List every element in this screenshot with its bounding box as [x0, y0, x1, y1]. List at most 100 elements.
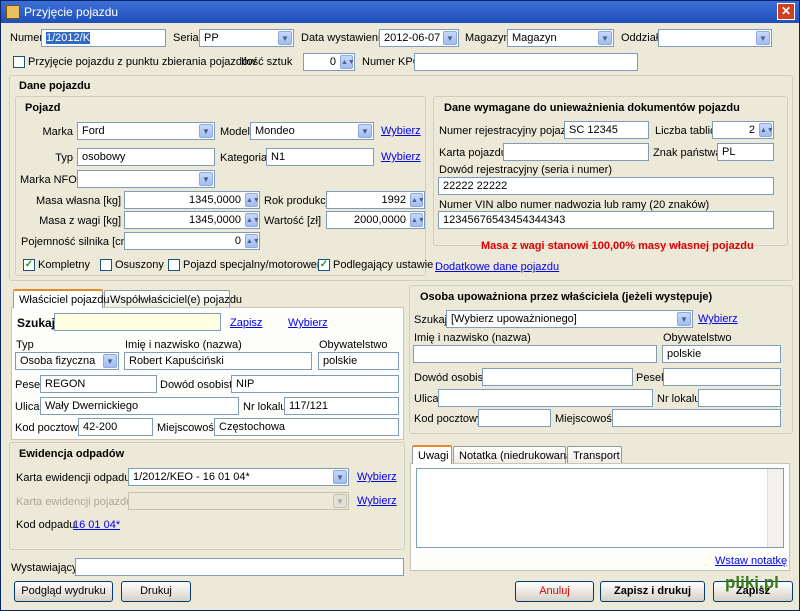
drukuj-button[interactable]: Drukuj [121, 581, 191, 602]
przyjecie-checkbox[interactable] [13, 56, 25, 68]
data-picker[interactable]: 2012-06-07 ▼ [379, 29, 459, 47]
szukaj-up-dropdown[interactable]: [Wybierz upoważnionego] ▼ [446, 310, 693, 328]
uwagi-textarea[interactable] [416, 468, 784, 548]
masa-wagi-stepper[interactable]: 1345,0000 ▲▼ [124, 211, 260, 229]
chevron-down-icon: ▼ [333, 494, 347, 508]
zapisz-drukuj-button[interactable]: Zapisz i drukuj [600, 581, 705, 602]
tab-wspolwlasciciel[interactable]: Współwłaściciel(e) pojazdu [104, 290, 242, 308]
wystawiajacy-input[interactable] [75, 558, 404, 576]
wybierz-karta-poj-link[interactable]: Wybierz [357, 495, 397, 507]
data-value: 2012-06-07 [384, 32, 441, 44]
nr-rej-input[interactable]: SC 12345 [564, 121, 649, 139]
dowod-rej-input[interactable]: 22222 22222 [438, 177, 774, 195]
dodatkowe-dane-link[interactable]: Dodatkowe dane pojazdu [435, 261, 559, 273]
checkmark-icon: ✓ [24, 259, 34, 270]
imie-up-input[interactable] [413, 345, 657, 363]
imie-wl-input[interactable]: Robert Kapuściński [124, 352, 312, 370]
rok-stepper[interactable]: 1992 ▲▼ [326, 191, 425, 209]
chevron-down-icon: ▼ [677, 312, 691, 326]
tab-wlasciciel[interactable]: Właściciel pojazdu [13, 289, 109, 308]
data-label: Data wystawienia [301, 32, 387, 44]
liczba-tablic-stepper[interactable]: 2 ▲▼ [712, 121, 774, 139]
zapisz-link[interactable]: Zapisz [230, 317, 262, 329]
vertical-scrollbar[interactable] [767, 469, 783, 547]
karta-odp-dropdown[interactable]: 1/2012/KEO - 16 01 04* ▼ [128, 468, 349, 486]
wybierz-up-link[interactable]: Wybierz [698, 313, 738, 325]
wystawiajacy-label: Wystawiający [11, 562, 78, 574]
magazyn-dropdown[interactable]: Magazyn ▼ [507, 29, 614, 47]
pesel-wl-input[interactable]: REGON [40, 375, 157, 393]
nrlok-up-input[interactable] [698, 389, 781, 407]
imie-wl-label: Imię i nazwisko (nazwa) [125, 339, 242, 351]
spinner-icon[interactable]: ▲▼ [245, 213, 259, 227]
model-value: Mondeo [255, 125, 295, 137]
oddzial-dropdown[interactable]: ▼ [658, 29, 772, 47]
spinner-icon[interactable]: ▲▼ [759, 123, 773, 137]
dowod-wl-input[interactable]: NIP [231, 375, 399, 393]
seria-dropdown[interactable]: PP ▼ [199, 29, 294, 47]
miejsc-wl-input[interactable]: Częstochowa [214, 418, 399, 436]
wartosc-stepper[interactable]: 2000,0000 ▲▼ [326, 211, 425, 229]
typ-wl-dropdown[interactable]: Osoba fizyczna ▼ [15, 352, 119, 370]
wybierz-wlasciciel-link[interactable]: Wybierz [288, 317, 328, 329]
close-button[interactable]: ✕ [777, 3, 795, 20]
pesel-up-input[interactable] [663, 368, 781, 386]
spinner-icon[interactable]: ▲▼ [245, 193, 259, 207]
chevron-down-icon: ▼ [598, 31, 612, 45]
tab-transport[interactable]: Transport [567, 446, 622, 464]
karta-poj-dropdown[interactable]: ▼ [128, 492, 349, 510]
kpo-input[interactable] [414, 53, 638, 71]
marka-dropdown[interactable]: Ford ▼ [77, 122, 215, 140]
numer-input[interactable]: 1/2012/K [46, 32, 91, 44]
wybierz-model-link[interactable]: Wybierz [381, 125, 421, 137]
model-dropdown[interactable]: Mondeo ▼ [250, 122, 374, 140]
kod-wl-input[interactable]: 42-200 [78, 418, 153, 436]
kod-odpadu-link[interactable]: 16 01 04* [73, 519, 120, 531]
spinner-icon[interactable]: ▲▼ [410, 193, 424, 207]
wstaw-notatke-link[interactable]: Wstaw notatkę [715, 555, 787, 567]
anuluj-button[interactable]: Anuluj [515, 581, 594, 602]
podglad-wydruku-button[interactable]: Podgląd wydruku [14, 581, 113, 602]
pojemnosc-stepper[interactable]: 0 ▲▼ [124, 232, 260, 250]
imie-up-label: Imię i nazwisko (nazwa) [414, 332, 531, 344]
chevron-down-icon: ▼ [358, 124, 372, 138]
kompletny-checkbox[interactable]: ✓ [23, 259, 35, 271]
chevron-down-icon: ▼ [199, 124, 213, 138]
wybierz-karta-odp-link[interactable]: Wybierz [357, 471, 397, 483]
nrlok-wl-input[interactable]: 117/121 [284, 397, 399, 415]
karta-pojazdu-input[interactable] [503, 143, 649, 161]
miejsc-up-input[interactable] [612, 409, 781, 427]
spinner-icon[interactable]: ▲▼ [410, 213, 424, 227]
szukaj-up-label: Szukaj [414, 314, 448, 326]
obyw-up-input[interactable]: polskie [662, 345, 781, 363]
nrlok-wl-label: Nr lokalu [243, 401, 287, 413]
masa-wlasna-stepper[interactable]: 1345,0000 ▲▼ [124, 191, 260, 209]
tab-uwagi[interactable]: Uwagi [412, 445, 452, 464]
ulica-wl-input[interactable]: Wały Dwernickiego [40, 397, 239, 415]
osuszony-checkbox[interactable] [100, 259, 112, 271]
pesel-up-label: Pesel [636, 372, 664, 384]
szukaj-up-value: [Wybierz upoważnionego] [451, 313, 577, 325]
podlegajacy-checkbox[interactable]: ✓ [318, 259, 330, 271]
wybierz-kategoria-link[interactable]: Wybierz [381, 151, 421, 163]
obyw-wl-input[interactable]: polskie [318, 352, 399, 370]
marka-value: Ford [82, 125, 105, 137]
typ-input[interactable]: osobowy [77, 148, 215, 166]
ulica-up-input[interactable] [438, 389, 653, 407]
kod-up-input[interactable] [478, 409, 551, 427]
dowod-up-input[interactable] [482, 368, 633, 386]
tab-notatka[interactable]: Notatka (niedrukowana) [453, 446, 576, 464]
kategoria-input[interactable]: N1 [266, 148, 374, 166]
spinner-icon[interactable]: ▲▼ [340, 55, 354, 69]
szukaj-input[interactable] [54, 313, 221, 331]
vin-input[interactable]: 12345676543454344343 [438, 211, 774, 229]
magazyn-value: Magazyn [512, 32, 557, 44]
masa-warning: Masa z wagi stanowi 100,00% masy własnej… [481, 240, 754, 252]
ulica-wl-label: Ulica [15, 401, 40, 413]
nfos-dropdown[interactable]: ▼ [77, 170, 215, 188]
ilosc-stepper[interactable]: 0 ▲▼ [303, 53, 355, 71]
specjalny-checkbox[interactable] [168, 259, 180, 271]
miejsc-up-label: Miejscowość [555, 413, 618, 425]
znak-panstwa-input[interactable]: PL [717, 143, 774, 161]
spinner-icon[interactable]: ▲▼ [245, 234, 259, 248]
